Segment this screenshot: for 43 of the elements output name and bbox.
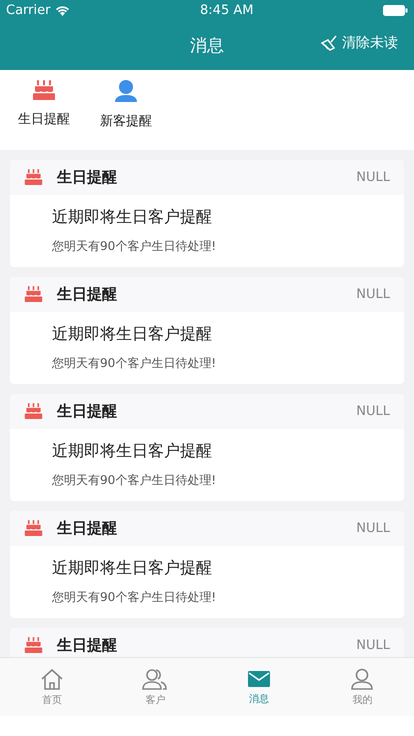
- card-type: 生日提醒: [57, 285, 118, 304]
- broom-icon: [320, 35, 338, 51]
- card-tag: NULL: [356, 521, 390, 536]
- card-type: 生日提醒: [57, 402, 118, 421]
- message-text: 您明天有90个客户生日待处理!: [52, 589, 218, 606]
- cake-icon: [24, 520, 43, 537]
- card-type: 生日提醒: [57, 636, 118, 655]
- category-button[interactable]: 生日提醒: [12, 80, 76, 150]
- people-icon: [142, 668, 168, 690]
- message-title: 近期即将生日客户提醒: [52, 558, 213, 579]
- card-tag: NULL: [356, 170, 390, 185]
- message-text: 您明天有90个客户生日待处理!: [52, 355, 218, 372]
- message-title: 近期即将生日客户提醒: [52, 207, 213, 228]
- message-card[interactable]: 近期即将生日客户提醒 您明天有90个客户生日待处理!: [10, 546, 404, 618]
- carrier-label: Carrier: [6, 2, 50, 18]
- card-tag: NULL: [356, 638, 390, 653]
- card-type: 生日提醒: [57, 519, 118, 538]
- status-time: 8:45 AM: [200, 2, 254, 18]
- home-icon: [40, 668, 64, 690]
- wifi-icon: [55, 4, 70, 16]
- message-card[interactable]: 近期即将生日客户提醒 您明天有90个客户生日待处理!: [10, 195, 404, 267]
- person-icon: [114, 80, 138, 102]
- clear-unread-button[interactable]: 清除未读: [320, 34, 398, 52]
- message-title: 近期即将生日客户提醒: [52, 324, 213, 345]
- card-tag: NULL: [356, 404, 390, 419]
- tab-item[interactable]: 消息: [207, 658, 310, 716]
- card-type: 生日提醒: [57, 168, 118, 187]
- message-card[interactable]: 近期即将生日客户提醒 您明天有90个客户生日待处理!: [10, 429, 404, 501]
- cake-icon: [32, 80, 56, 100]
- message-text: 您明天有90个客户生日待处理!: [52, 238, 218, 255]
- message-text: 您明天有90个客户生日待处理!: [52, 472, 218, 489]
- message-card[interactable]: 近期即将生日客户提醒 您明天有90个客户生日待处理!: [10, 312, 404, 384]
- message-title: 近期即将生日客户提醒: [52, 441, 213, 462]
- cake-icon: [24, 169, 43, 186]
- cake-icon: [24, 286, 43, 303]
- cake-icon: [24, 637, 43, 654]
- page-title: 消息: [190, 34, 224, 56]
- battery-icon: [383, 4, 408, 16]
- envelope-icon: [246, 668, 271, 688]
- cake-icon: [24, 403, 43, 420]
- person-icon: [350, 668, 374, 690]
- category-button[interactable]: 新客提醒: [94, 80, 158, 150]
- card-tag: NULL: [356, 287, 390, 302]
